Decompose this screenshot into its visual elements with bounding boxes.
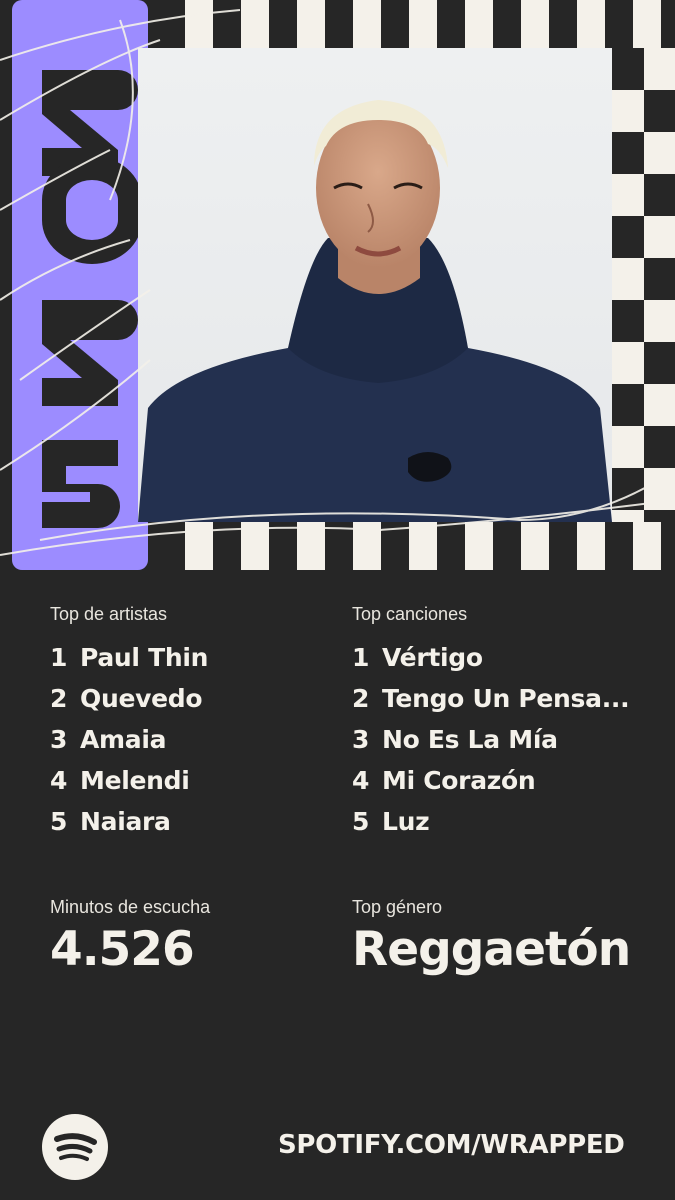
rank-number: 5 <box>50 807 68 836</box>
song-name: No Es La Mía <box>382 725 558 754</box>
stripe-pattern-top <box>185 0 675 48</box>
rank-number: 2 <box>352 684 370 713</box>
hero-artwork <box>0 0 675 570</box>
spotify-logo-icon[interactable] <box>42 1114 108 1180</box>
artist-name: Melendi <box>80 766 190 795</box>
song-name: Mi Corazón <box>382 766 536 795</box>
minutes-label: Minutos de escucha <box>50 897 211 917</box>
wrapped-url-link[interactable]: SPOTIFY.COM/WRAPPED <box>278 1130 625 1160</box>
rank-number: 4 <box>50 766 68 795</box>
artist-name: Paul Thin <box>80 643 209 672</box>
artist-photo <box>138 48 612 522</box>
rank-number: 5 <box>352 807 370 836</box>
top-songs-label: Top canciones <box>352 604 468 624</box>
song-name: Tengo Un Pensa... <box>382 684 630 713</box>
genre-label: Top género <box>352 897 443 917</box>
rank-number: 4 <box>352 766 370 795</box>
rank-number: 3 <box>50 725 68 754</box>
top-artists-label: Top de artistas <box>50 604 168 624</box>
song-row: 3 No Es La Mía <box>352 725 558 754</box>
song-row: 5 Luz <box>352 807 430 836</box>
genre-value: Reggaetón <box>352 922 631 977</box>
song-row: 2 Tengo Un Pensa... <box>352 684 630 713</box>
artist-row: 3 Amaia <box>50 725 167 754</box>
song-row: 1 Vértigo <box>352 643 483 672</box>
song-name: Luz <box>382 807 430 836</box>
song-row: 4 Mi Corazón <box>352 766 536 795</box>
artist-row: 1 Paul Thin <box>50 643 208 672</box>
stripe-pattern-bottom <box>185 522 675 570</box>
rank-number: 2 <box>50 684 68 713</box>
rank-number: 1 <box>50 643 68 672</box>
artist-name: Amaia <box>80 725 167 754</box>
artist-row: 4 Melendi <box>50 766 190 795</box>
rank-number: 3 <box>352 725 370 754</box>
minutes-value: 4.526 <box>50 922 195 977</box>
rank-number: 1 <box>352 643 370 672</box>
year-badge-2025 <box>12 0 148 570</box>
artist-portrait-icon <box>138 100 612 522</box>
artist-name: Quevedo <box>80 684 203 713</box>
checker-pattern-right <box>612 48 675 522</box>
artist-name: Naiara <box>80 807 171 836</box>
artist-row: 2 Quevedo <box>50 684 203 713</box>
song-name: Vértigo <box>382 643 483 672</box>
artist-row: 5 Naiara <box>50 807 171 836</box>
